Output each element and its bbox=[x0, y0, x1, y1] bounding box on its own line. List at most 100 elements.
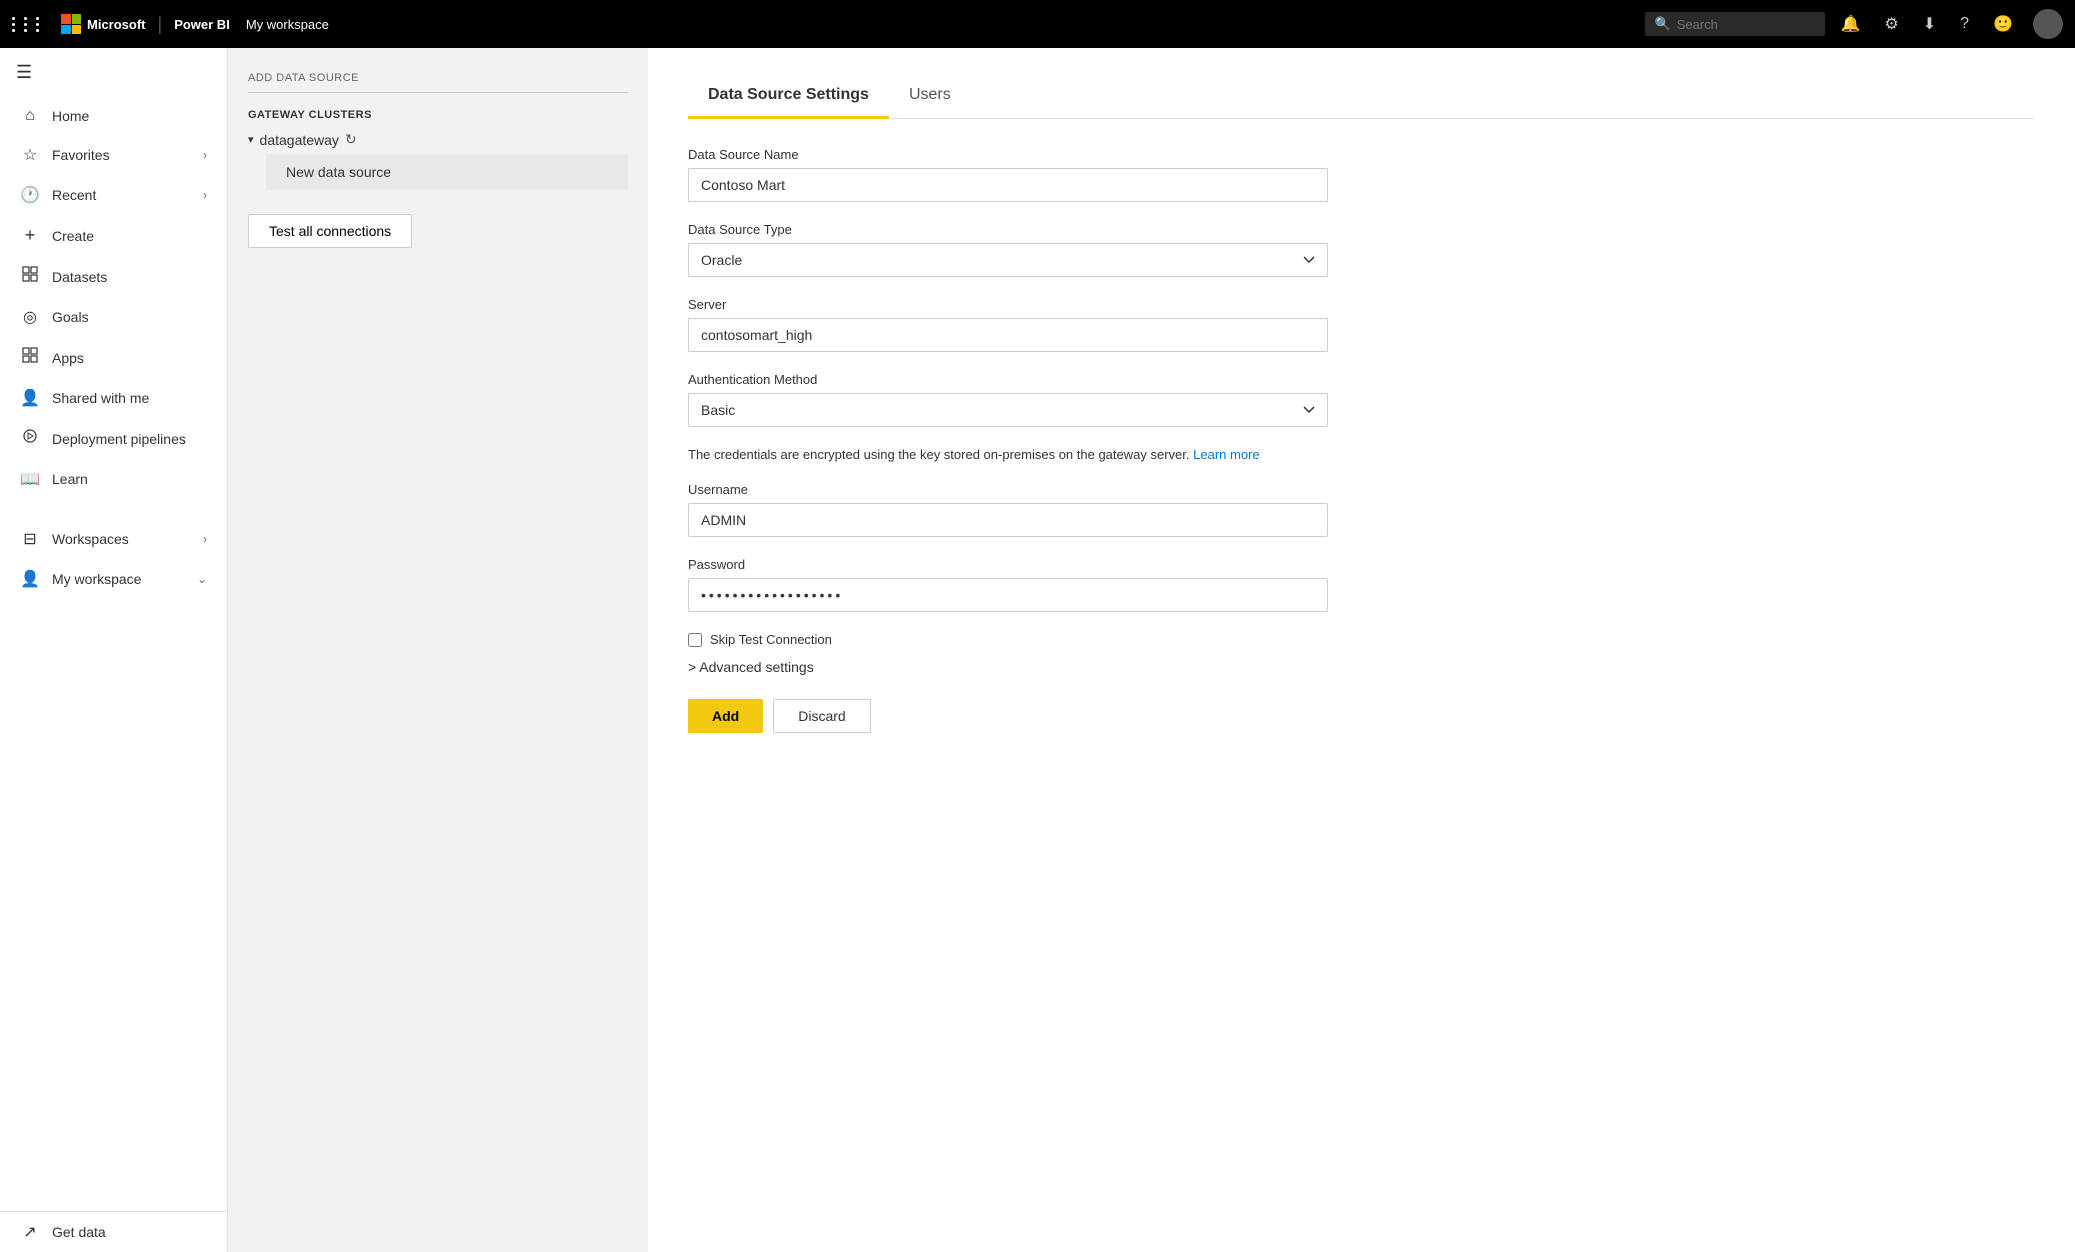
create-icon: + bbox=[20, 225, 40, 246]
datasets-icon bbox=[20, 266, 40, 287]
chevron-down-icon: ⌄ bbox=[197, 572, 207, 586]
sidebar-item-create[interactable]: + Create bbox=[0, 215, 227, 256]
sidebar-item-recent[interactable]: 🕐 Recent › bbox=[0, 175, 227, 215]
gateway-name: datagateway bbox=[260, 132, 339, 148]
test-all-connections-button[interactable]: Test all connections bbox=[248, 214, 412, 248]
tab-data-source-settings[interactable]: Data Source Settings bbox=[688, 76, 889, 119]
apps-grid-icon[interactable] bbox=[12, 17, 45, 32]
username-group: Username bbox=[688, 482, 1328, 537]
top-navigation: Microsoft | Power BI My workspace 🔍 🔔 ⚙ … bbox=[0, 0, 2075, 48]
sidebar-item-favorites-label: Favorites bbox=[52, 147, 110, 163]
chevron-right-icon: › bbox=[203, 188, 207, 202]
chevron-right-icon: › bbox=[203, 532, 207, 546]
sidebar-item-home[interactable]: ⌂ Home bbox=[0, 97, 227, 135]
data-source-name-label: Data Source Name bbox=[688, 147, 1328, 162]
tab-users[interactable]: Users bbox=[889, 76, 971, 119]
add-button[interactable]: Add bbox=[688, 699, 763, 733]
skip-test-connection-group: Skip Test Connection bbox=[688, 632, 1328, 647]
data-source-type-select[interactable]: Oracle SQL Server PostgreSQL MySQL bbox=[688, 243, 1328, 277]
sidebar-item-shared-with-me[interactable]: 👤 Shared with me bbox=[0, 378, 227, 418]
advanced-settings-toggle[interactable]: > Advanced settings bbox=[688, 659, 1328, 675]
credentials-note: The credentials are encrypted using the … bbox=[688, 447, 1328, 462]
sidebar-item-home-label: Home bbox=[52, 108, 89, 124]
data-source-form: Data Source Name Data Source Type Oracle… bbox=[688, 147, 1328, 733]
sidebar-item-datasets[interactable]: Datasets bbox=[0, 256, 227, 297]
password-input[interactable] bbox=[688, 578, 1328, 612]
password-group: Password bbox=[688, 557, 1328, 612]
right-panel: Data Source Settings Users Data Source N… bbox=[648, 48, 2075, 1252]
auth-method-group: Authentication Method Basic Windows OAut… bbox=[688, 372, 1328, 427]
auth-method-select[interactable]: Basic Windows OAuth2 bbox=[688, 393, 1328, 427]
server-group: Server bbox=[688, 297, 1328, 352]
search-icon: 🔍 bbox=[1655, 16, 1671, 32]
shared-icon: 👤 bbox=[20, 388, 40, 408]
sidebar-toggle[interactable]: ☰ bbox=[0, 48, 227, 97]
nav-separator: | bbox=[158, 14, 163, 35]
sidebar-item-goals-label: Goals bbox=[52, 309, 89, 325]
username-input[interactable] bbox=[688, 503, 1328, 537]
goals-icon: ◎ bbox=[20, 307, 40, 327]
apps-icon bbox=[20, 347, 40, 368]
sidebar-item-favorites[interactable]: ☆ Favorites › bbox=[0, 135, 227, 175]
skip-test-checkbox[interactable] bbox=[688, 633, 702, 647]
discard-button[interactable]: Discard bbox=[773, 699, 870, 733]
sidebar-item-apps[interactable]: Apps bbox=[0, 337, 227, 378]
logo-squares bbox=[61, 14, 81, 34]
tabs: Data Source Settings Users bbox=[688, 76, 2035, 119]
workspace-name: My workspace bbox=[246, 17, 329, 32]
gateway-cluster-item[interactable]: ▾ datagateway ↻ bbox=[248, 131, 628, 148]
data-source-type-group: Data Source Type Oracle SQL Server Postg… bbox=[688, 222, 1328, 277]
server-label: Server bbox=[688, 297, 1328, 312]
microsoft-logo: Microsoft bbox=[61, 14, 146, 34]
password-label: Password bbox=[688, 557, 1328, 572]
sidebar: ☰ ⌂ Home ☆ Favorites › 🕐 Recent › + Crea… bbox=[0, 48, 228, 1252]
new-data-source-item[interactable]: New data source bbox=[266, 154, 628, 190]
sidebar-item-workspaces[interactable]: ⊟ Workspaces › bbox=[0, 519, 227, 559]
download-icon[interactable]: ⬇ bbox=[1915, 10, 1944, 38]
home-icon: ⌂ bbox=[20, 107, 40, 125]
sidebar-item-deployment-label: Deployment pipelines bbox=[52, 431, 186, 447]
gateway-refresh-icon[interactable]: ↻ bbox=[345, 131, 357, 148]
sidebar-item-deployment-pipelines[interactable]: Deployment pipelines bbox=[0, 418, 227, 459]
workspaces-icon: ⊟ bbox=[20, 529, 40, 549]
server-input[interactable] bbox=[688, 318, 1328, 352]
user-avatar[interactable] bbox=[2033, 9, 2063, 39]
username-label: Username bbox=[688, 482, 1328, 497]
data-source-name-input[interactable] bbox=[688, 168, 1328, 202]
sidebar-bottom: ↗ Get data bbox=[0, 1211, 227, 1252]
left-panel: ADD DATA SOURCE GATEWAY CLUSTERS ▾ datag… bbox=[228, 48, 648, 1252]
add-data-source-label: ADD DATA SOURCE bbox=[248, 72, 628, 93]
skip-test-label[interactable]: Skip Test Connection bbox=[710, 632, 832, 647]
search-box[interactable]: 🔍 bbox=[1645, 12, 1825, 36]
sidebar-item-apps-label: Apps bbox=[52, 350, 84, 366]
feedback-icon[interactable]: 🙂 bbox=[1985, 10, 2021, 38]
sidebar-item-learn-label: Learn bbox=[52, 471, 88, 487]
chevron-right-icon: › bbox=[203, 148, 207, 162]
data-source-name-group: Data Source Name bbox=[688, 147, 1328, 202]
learn-icon: 📖 bbox=[20, 469, 40, 489]
learn-more-link[interactable]: Learn more bbox=[1193, 447, 1259, 462]
auth-method-label: Authentication Method bbox=[688, 372, 1328, 387]
chevron-down-icon: ▾ bbox=[248, 133, 254, 146]
get-data-icon: ↗ bbox=[20, 1222, 40, 1242]
search-input[interactable] bbox=[1677, 17, 1815, 32]
sidebar-item-goals[interactable]: ◎ Goals bbox=[0, 297, 227, 337]
help-icon[interactable]: ? bbox=[1952, 11, 1977, 37]
notifications-icon[interactable]: 🔔 bbox=[1833, 10, 1869, 38]
sidebar-item-workspaces-label: Workspaces bbox=[52, 531, 129, 547]
settings-icon[interactable]: ⚙ bbox=[1876, 10, 1906, 38]
sidebar-item-get-data-label: Get data bbox=[52, 1224, 106, 1240]
sidebar-item-shared-label: Shared with me bbox=[52, 390, 149, 406]
sidebar-item-learn[interactable]: 📖 Learn bbox=[0, 459, 227, 499]
form-actions: Add Discard bbox=[688, 699, 1328, 733]
favorites-icon: ☆ bbox=[20, 145, 40, 165]
sidebar-item-my-workspace[interactable]: 👤 My workspace ⌄ bbox=[0, 559, 227, 599]
app-name: Power BI bbox=[174, 17, 230, 32]
sidebar-item-datasets-label: Datasets bbox=[52, 269, 107, 285]
content-area: ADD DATA SOURCE GATEWAY CLUSTERS ▾ datag… bbox=[228, 48, 2075, 1252]
sidebar-item-get-data[interactable]: ↗ Get data bbox=[0, 1212, 227, 1252]
gateway-clusters-label: GATEWAY CLUSTERS bbox=[248, 109, 628, 121]
sidebar-item-recent-label: Recent bbox=[52, 187, 96, 203]
recent-icon: 🕐 bbox=[20, 185, 40, 205]
sidebar-item-my-workspace-label: My workspace bbox=[52, 571, 141, 587]
